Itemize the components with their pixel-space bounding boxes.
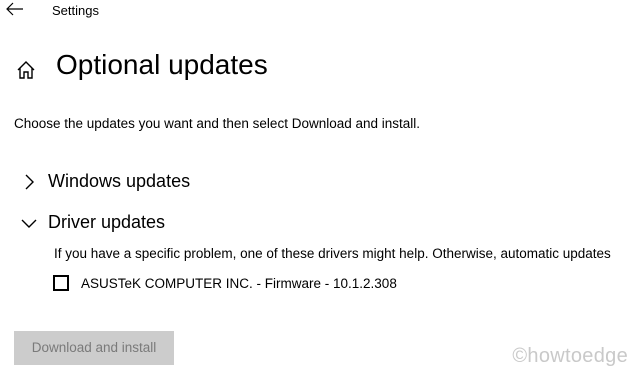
download-and-install-button[interactable]: Download and install <box>14 331 174 365</box>
back-arrow-icon[interactable] <box>6 2 24 16</box>
driver-updates-description: If you have a specific problem, one of t… <box>54 246 611 261</box>
window-title: Settings <box>52 3 99 18</box>
page-title: Optional updates <box>56 49 268 80</box>
watermark: ©howtoedge <box>512 345 628 367</box>
chevron-right-icon <box>25 174 34 189</box>
driver-item-label: ASUSTeK COMPUTER INC. - Firmware - 10.1.… <box>81 275 397 291</box>
driver-checkbox[interactable] <box>53 275 69 291</box>
driver-updates-section[interactable]: Driver updates <box>20 212 165 233</box>
settings-window: Settings Optional updates Choose the upd… <box>0 0 640 376</box>
driver-item[interactable]: ASUSTeK COMPUTER INC. - Firmware - 10.1.… <box>53 275 397 291</box>
home-icon[interactable] <box>16 60 36 80</box>
chevron-down-icon <box>21 219 37 228</box>
driver-updates-label: Driver updates <box>48 212 166 232</box>
windows-updates-section[interactable]: Windows updates <box>20 171 190 192</box>
page-description: Choose the updates you want and then sel… <box>14 116 421 131</box>
windows-updates-label: Windows updates <box>48 171 191 191</box>
